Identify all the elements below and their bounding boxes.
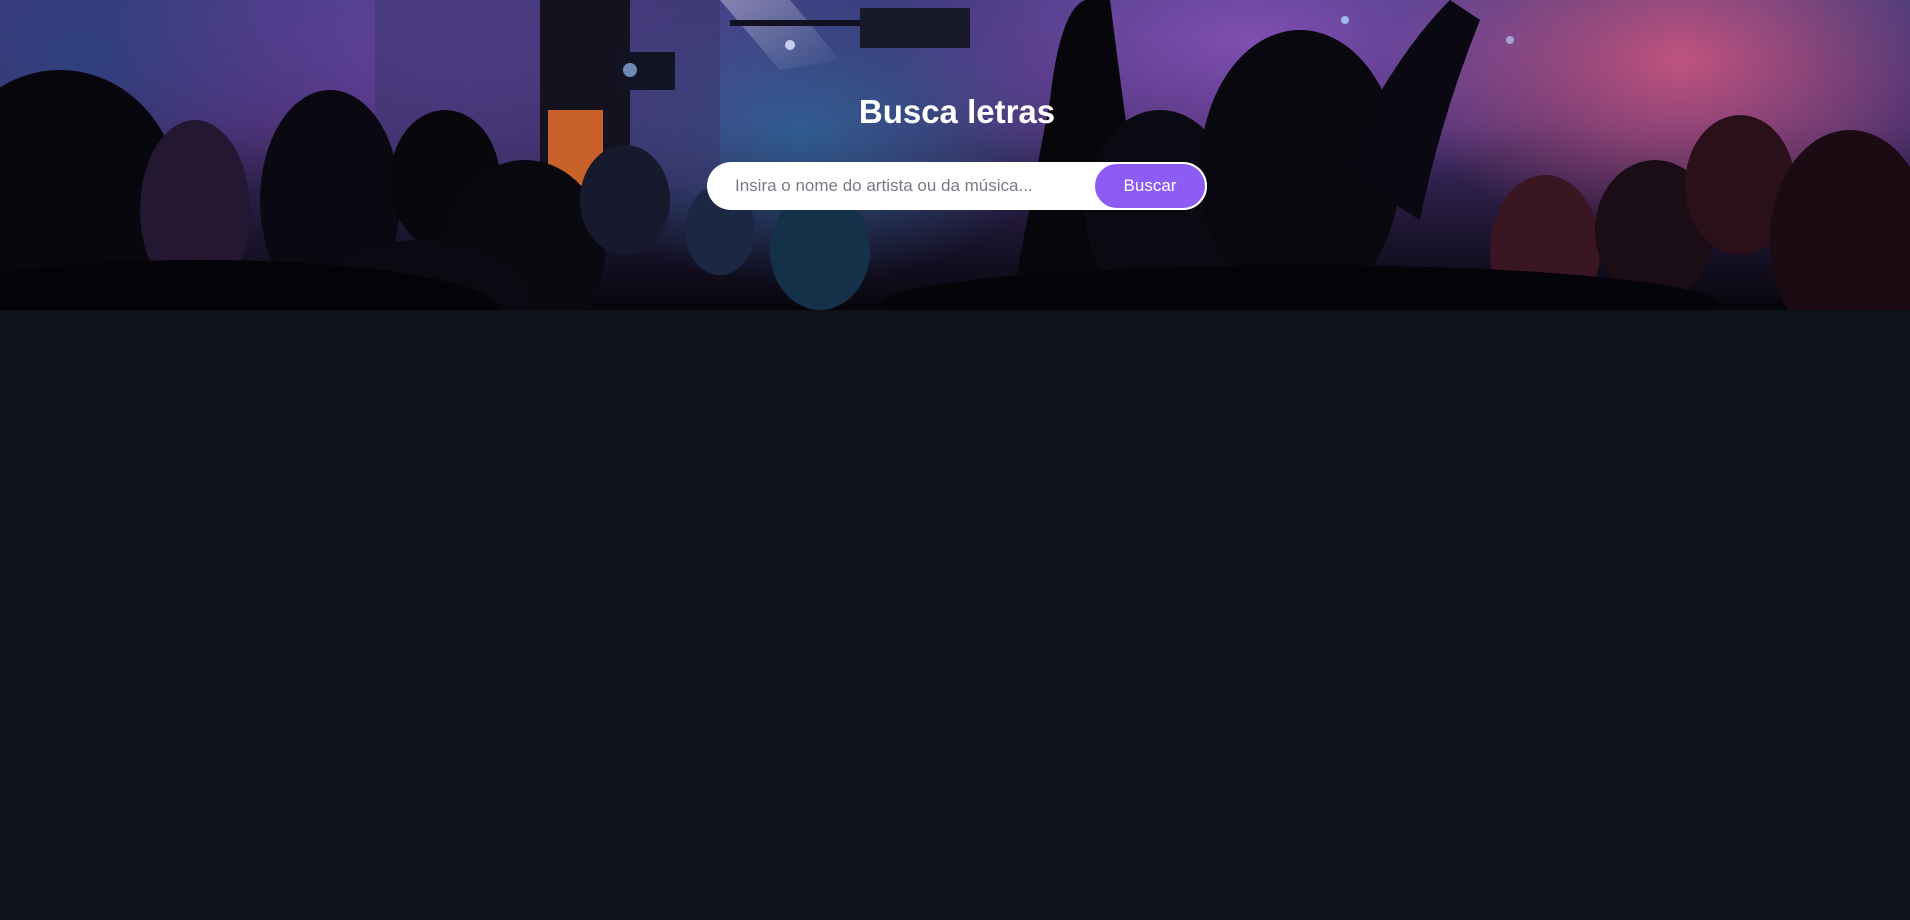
page: Busca letras Buscar <box>0 0 1910 920</box>
hero-header: Busca letras Buscar <box>0 0 1910 310</box>
hero-content: Busca letras Buscar <box>0 0 1910 310</box>
search-button[interactable]: Buscar <box>1093 162 1207 210</box>
search-form: Buscar <box>707 162 1207 210</box>
search-input[interactable] <box>725 162 1095 210</box>
page-title: Busca letras <box>858 93 1056 130</box>
